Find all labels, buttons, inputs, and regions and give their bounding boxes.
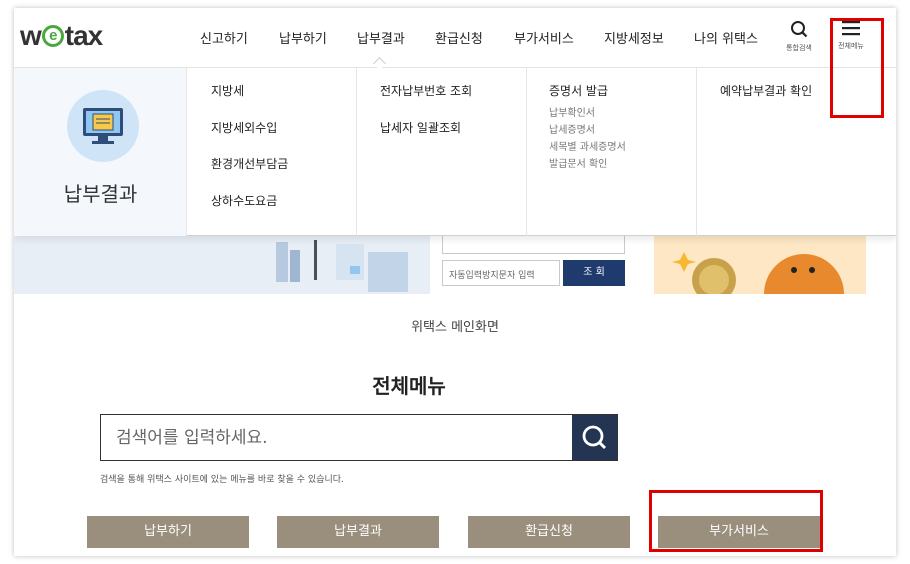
menu-certificate-issue[interactable]: 증명서 발급 [549,82,608,99]
gnb-extra-services[interactable]: 부가서비스 [514,28,574,47]
menu-search-input[interactable] [101,415,573,460]
submenu-tax-payment-certificate[interactable]: 납세증명서 [549,121,595,136]
dropdown-column-2: 전자납부번호 조회 납세자 일괄조회 [357,68,527,236]
total-search-label: 통합검색 [786,44,812,52]
dropdown-column-3: 증명서 발급 납부확인서 납세증명서 세목별 과세증명서 발급문서 확인 [527,68,697,236]
monitor-document-icon [67,90,139,162]
dropdown-category-panel: 납부결과 [14,68,187,236]
all-menu-tile-refund[interactable]: 환급신청 [468,516,630,548]
captcha-input[interactable]: 자동입력방지문자 입력 [442,260,560,286]
highlight-extra-services [649,490,823,552]
submenu-issued-document-check[interactable]: 발급문서 확인 [549,155,607,170]
gnb-report[interactable]: 신고하기 [200,28,248,47]
menu-non-tax-revenue[interactable]: 지방세외수입 [211,119,277,136]
search-icon [582,425,607,450]
main-banner-area: 자동입력방지문자 입력 조 회 [14,236,896,294]
browser-viewport: w e tax 신고하기 납부하기 납부결과 환급신청 부가서비스 지방세정보 나의… [14,8,896,556]
menu-search-button[interactable] [572,415,617,460]
submenu-payment-confirmation[interactable]: 납부확인서 [549,104,595,119]
highlight-all-menu [830,18,884,118]
dropdown-category-title: 납부결과 [63,182,138,206]
site-header: w e tax 신고하기 납부하기 납부결과 환급신청 부가서비스 지방세정보 나의… [14,8,896,68]
menu-taxpayer-bulk-lookup[interactable]: 납세자 일괄조회 [380,119,461,136]
page-title: 전체메뉴 [372,374,446,398]
gnb-pay[interactable]: 납부하기 [279,28,327,47]
breadcrumb: 위택스 메인화면 [411,320,499,335]
gnb-pay-result[interactable]: 납부결과 [357,28,405,47]
menu-epay-number-lookup[interactable]: 전자납부번호 조회 [380,82,472,99]
dropdown-column-1: 지방세 지방세외수입 환경개선부담금 상하수도요금 [187,68,357,236]
all-menu-tile-pay-result[interactable]: 납부결과 [277,516,439,548]
total-search-button[interactable]: 통합검색 [777,20,821,53]
menu-water-fee[interactable]: 상하수도요금 [211,192,277,209]
logo-e-circle: e [41,25,64,47]
wetax-logo[interactable]: w e tax [20,20,103,52]
banner-form-top-box [442,236,625,254]
submenu-tax-item-certificate[interactable]: 세목별 과세증명서 [549,138,626,153]
menu-search-box [100,414,618,461]
captcha-lookup-button[interactable]: 조 회 [563,260,625,286]
gnb-refund[interactable]: 환급신청 [435,28,483,47]
menu-local-tax[interactable]: 지방세 [211,82,244,99]
gnb-local-tax-info[interactable]: 지방세정보 [604,28,664,47]
banner-illustration-city [14,236,430,294]
search-help-text: 검색을 통해 위택스 사이트에 있는 메뉴를 바로 찾을 수 있습니다. [100,475,344,485]
menu-scheduled-payment-result[interactable]: 예약납부결과 확인 [720,82,812,99]
all-menu-tile-pay[interactable]: 납부하기 [87,516,249,548]
banner-illustration-mascot [654,236,866,294]
gnb-my-wetax[interactable]: 나의 위택스 [694,28,758,47]
mega-menu-dropdown: 납부결과 지방세 지방세외수입 환경개선부담금 상하수도요금 전자납부번호 조회… [14,68,896,236]
search-icon [791,21,808,38]
logo-tax: tax [64,20,103,51]
menu-environment-charge[interactable]: 환경개선부담금 [211,155,288,172]
logo-w: w [20,20,42,51]
